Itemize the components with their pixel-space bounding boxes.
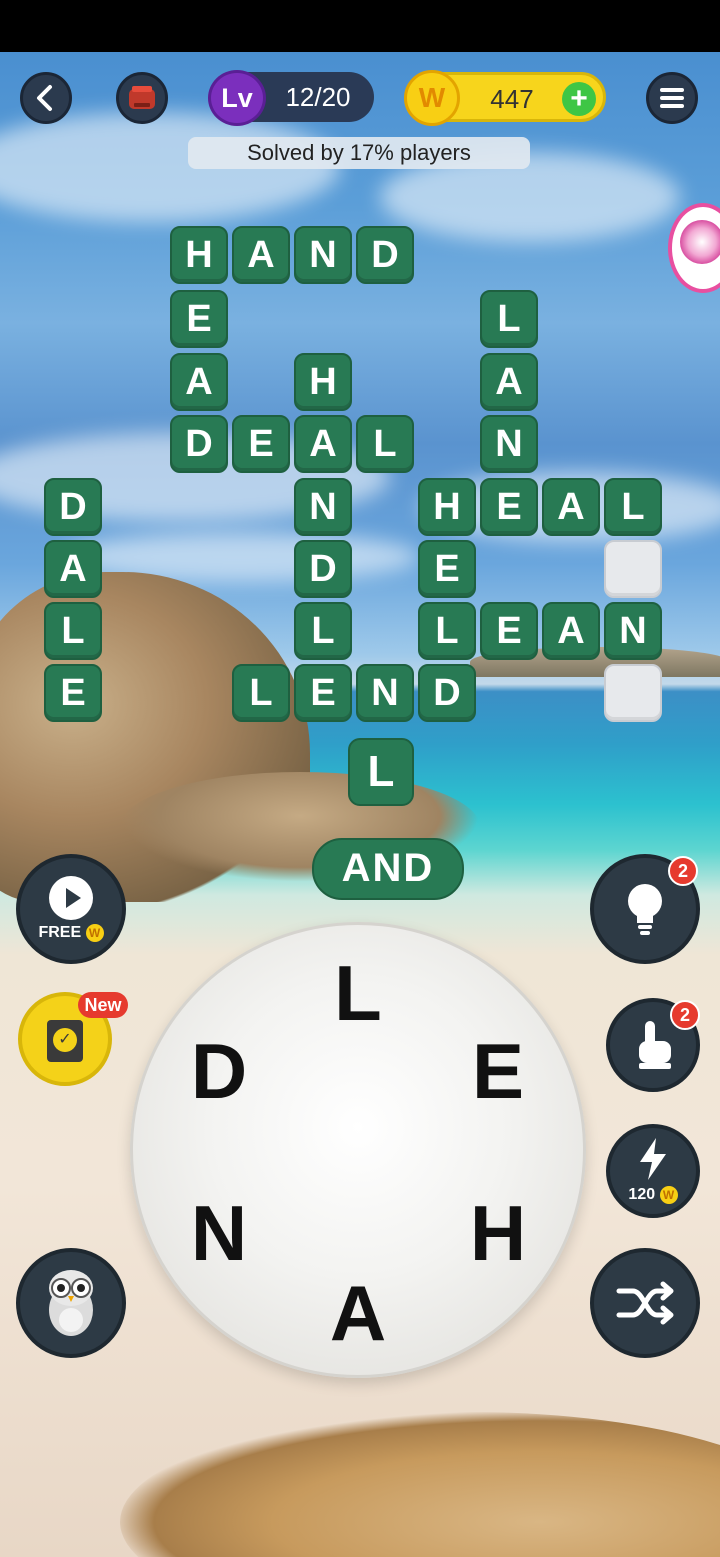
flying-letter-tile: L xyxy=(348,738,414,806)
board-tile: L xyxy=(294,602,352,660)
board-tile: H xyxy=(418,478,476,536)
board-tile: N xyxy=(294,226,352,284)
solved-stat: Solved by 17% players xyxy=(188,137,530,169)
board-tile: E xyxy=(170,290,228,348)
new-badge: New xyxy=(78,992,128,1018)
board-tile: E xyxy=(480,478,538,536)
board-tile: N xyxy=(480,415,538,473)
board-tile: E xyxy=(480,602,538,660)
board-tile: E xyxy=(232,415,290,473)
board-tile: H xyxy=(294,353,352,411)
coin-icon: W xyxy=(659,1186,678,1204)
level-prefix: Lv xyxy=(221,82,253,113)
lightning-icon xyxy=(640,1138,666,1180)
empty-tile xyxy=(604,540,662,598)
board-tile: L xyxy=(480,290,538,348)
empty-tile xyxy=(604,664,662,722)
board-tile: D xyxy=(294,540,352,598)
free-label: FREE W xyxy=(34,924,108,942)
wheel-letter[interactable]: E xyxy=(453,1026,543,1116)
shuffle-button[interactable] xyxy=(590,1248,700,1358)
owl-icon xyxy=(49,1270,93,1336)
board-tile: A xyxy=(44,540,102,598)
wheel-letter[interactable]: L xyxy=(313,948,403,1038)
wheel-letter[interactable]: A xyxy=(313,1268,403,1358)
free-video-button[interactable] xyxy=(16,854,126,964)
shuffle-icon xyxy=(616,1281,674,1325)
menu-icon xyxy=(660,88,684,108)
menu-button[interactable] xyxy=(646,72,698,124)
board-tile: L xyxy=(604,478,662,536)
coin-icon: W xyxy=(404,70,460,126)
board-tile: N xyxy=(356,664,414,722)
hint-count-badge: 2 xyxy=(668,856,698,886)
board-tile: L xyxy=(356,415,414,473)
board-tile: E xyxy=(294,664,352,722)
board-tile: A xyxy=(170,353,228,411)
level-progress: 12/20 xyxy=(285,82,351,112)
status-bar xyxy=(0,0,720,52)
add-coins-button[interactable]: + xyxy=(562,82,596,116)
lightbulb-icon xyxy=(628,884,662,935)
board-tile: E xyxy=(44,664,102,722)
coin-count: 447 xyxy=(490,84,534,114)
board-tile: D xyxy=(356,226,414,284)
back-button[interactable] xyxy=(20,72,72,124)
coin-symbol: W xyxy=(418,82,446,113)
board-tile: D xyxy=(170,415,228,473)
board-tile: A xyxy=(542,478,600,536)
wheel-letter[interactable]: N xyxy=(174,1188,264,1278)
board-tile: N xyxy=(294,478,352,536)
board-tile: H xyxy=(170,226,228,284)
free-text: FREE xyxy=(38,924,82,942)
board-tile: L xyxy=(44,602,102,660)
lightning-cost: 120 W xyxy=(616,1186,690,1204)
wheel-letter[interactable]: H xyxy=(453,1188,543,1278)
level-badge: Lv xyxy=(208,70,266,126)
owl-button[interactable] xyxy=(16,1248,126,1358)
current-word: AND xyxy=(341,846,435,890)
board-tile: A xyxy=(294,415,352,473)
board-tile: A xyxy=(480,353,538,411)
board-tile: A xyxy=(542,602,600,660)
board-tile: L xyxy=(232,664,290,722)
coin-icon: W xyxy=(85,924,104,942)
flower-icon xyxy=(680,220,720,264)
piggy-bank-button[interactable] xyxy=(116,72,168,124)
lightning-cost-value: 120 xyxy=(628,1186,656,1204)
board-tile: D xyxy=(44,478,102,536)
wheel-letter[interactable]: D xyxy=(174,1026,264,1116)
board-tile: D xyxy=(418,664,476,722)
back-icon xyxy=(37,85,52,111)
board-tile: N xyxy=(604,602,662,660)
board-tile: A xyxy=(232,226,290,284)
finger-tap-icon xyxy=(639,1021,671,1069)
board-tile: E xyxy=(418,540,476,598)
board-tile: L xyxy=(418,602,476,660)
check-icon: ✓ xyxy=(53,1028,77,1052)
piggy-bank-icon xyxy=(129,86,155,109)
play-icon xyxy=(49,876,93,920)
rock-bottom xyxy=(120,1412,720,1557)
finger-count-badge: 2 xyxy=(670,1000,700,1030)
